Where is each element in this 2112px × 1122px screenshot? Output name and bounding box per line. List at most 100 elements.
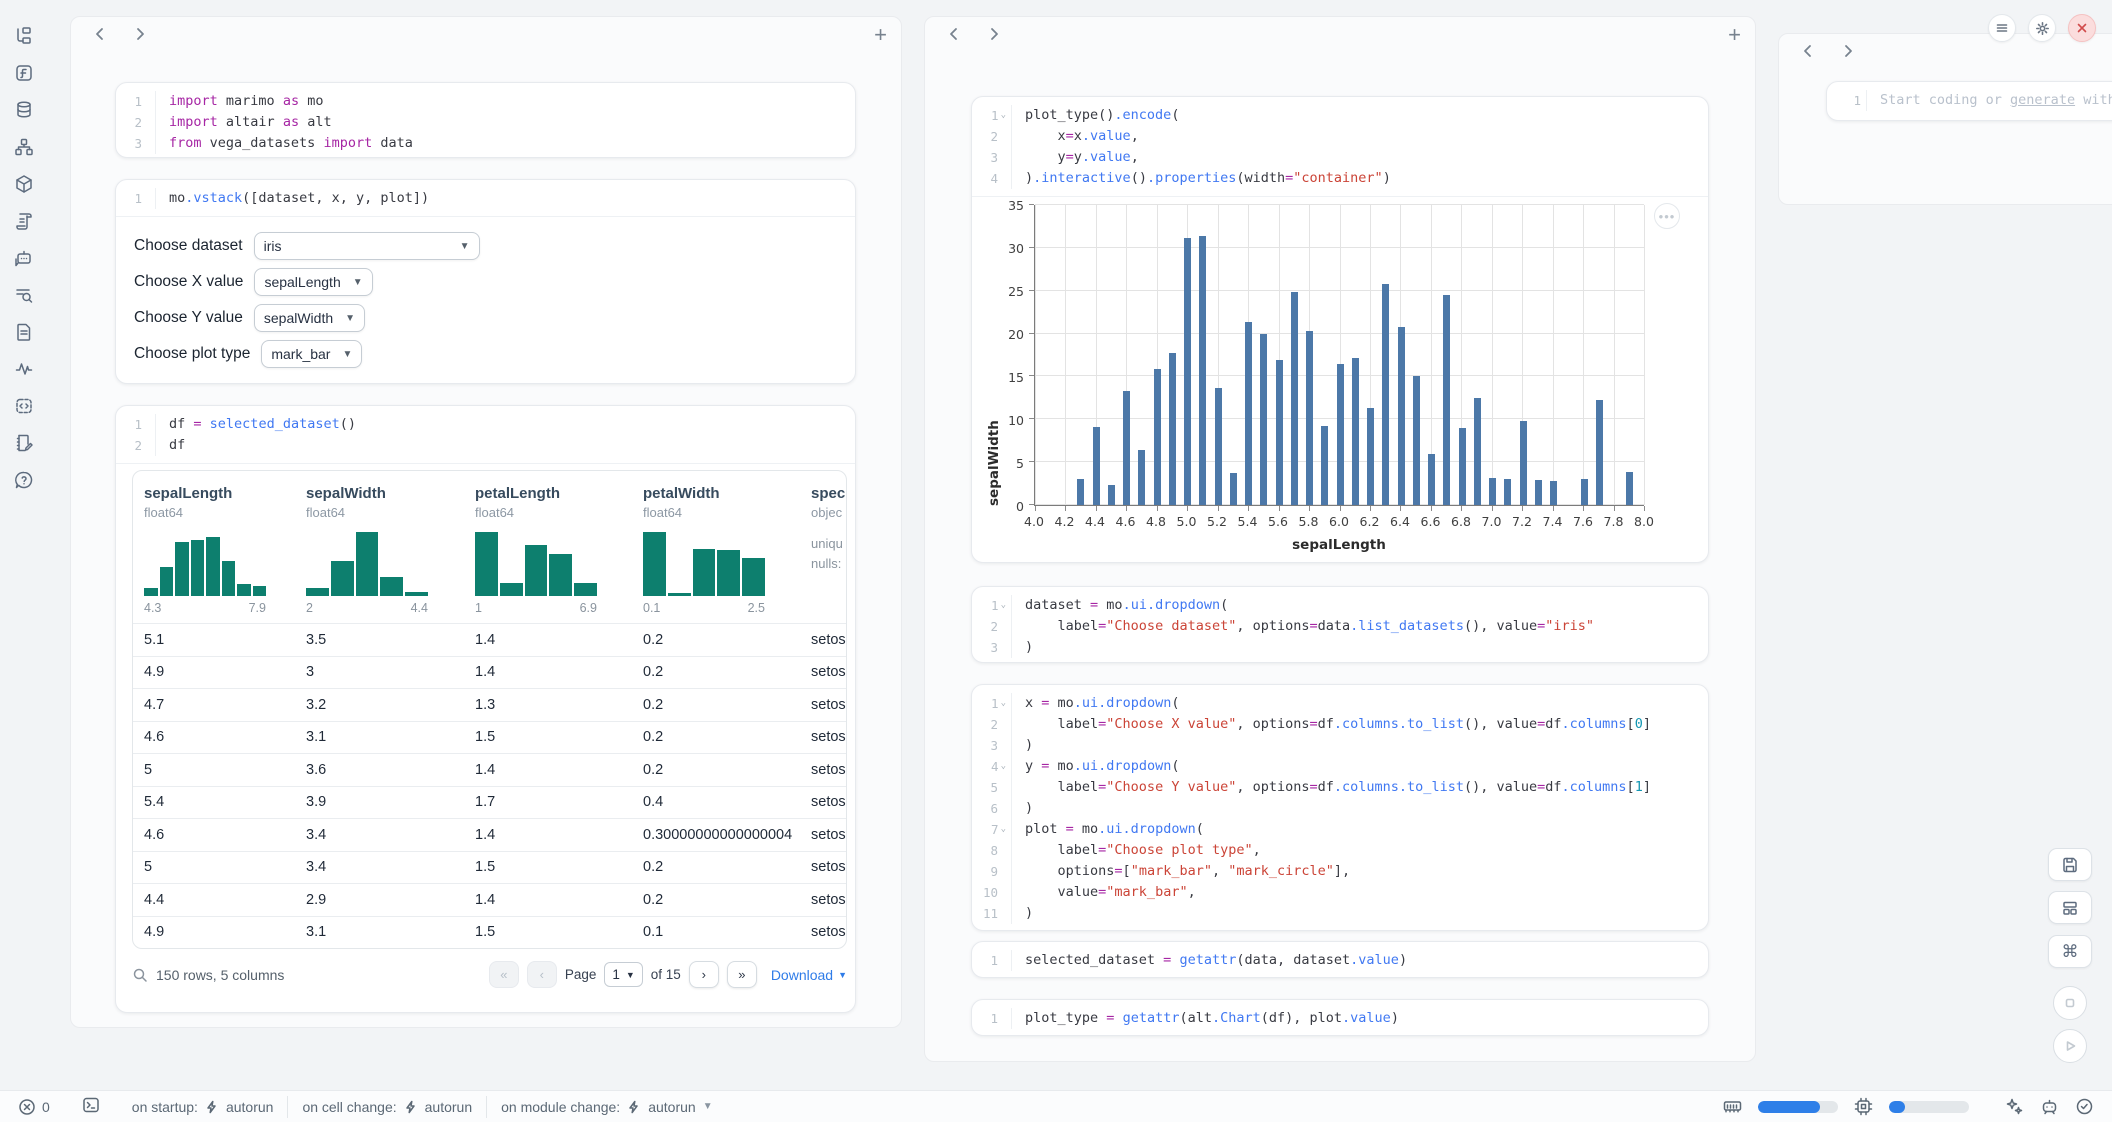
gear-icon <box>2035 21 2050 36</box>
layout-grid-button[interactable] <box>2048 891 2092 924</box>
search-icon[interactable] <box>132 967 148 983</box>
download-button[interactable]: Download▼ <box>771 967 847 983</box>
run-button[interactable] <box>2053 1029 2087 1063</box>
table-row[interactable]: 4.73.21.30.2setos <box>133 688 846 721</box>
table-row[interactable]: 4.93.11.50.1setos <box>133 916 846 949</box>
column-next-button[interactable] <box>1841 44 1855 58</box>
save-button[interactable] <box>2048 848 2092 881</box>
table-row[interactable]: 4.931.40.2setos <box>133 656 846 689</box>
document-icon <box>14 322 34 342</box>
database-icon <box>14 100 34 120</box>
fold-chevron-icon[interactable]: ⌄ <box>1001 105 1006 126</box>
control-label: Choose Y value <box>134 309 243 327</box>
column-prev-button[interactable] <box>1801 44 1815 58</box>
file-tree-icon <box>14 26 34 46</box>
fold-chevron-icon[interactable]: ⌄ <box>1001 595 1006 616</box>
notebook-column-2: + 1⌄plot_type().encode(2 x=x.value,3 y=y… <box>924 16 1756 1062</box>
sidebar-item-ai-chat[interactable] <box>10 244 38 272</box>
chart-bar <box>1199 236 1206 505</box>
table-row[interactable]: 5.13.51.40.2setos <box>133 623 846 656</box>
line-number: 1 <box>116 414 156 435</box>
table-row[interactable]: 53.41.50.2setos <box>133 851 846 884</box>
cell-editor[interactable]: 1⌄dataset = mo.ui.dropdown(2 label="Choo… <box>972 587 1708 663</box>
table-row[interactable]: 5.43.91.70.4setos <box>133 786 846 819</box>
chart-bar <box>1260 334 1267 505</box>
plot-area[interactable] <box>1034 205 1644 506</box>
ai-assistant-icon[interactable] <box>2040 1097 2059 1116</box>
sidebar-item-snippets[interactable] <box>10 392 38 420</box>
column-header[interactable]: petalLengthfloat64 16.9 <box>475 485 643 615</box>
scroll-icon <box>14 211 34 231</box>
cell-editor[interactable]: 1⌄plot_type().encode(2 x=x.value,3 y=y.v… <box>972 97 1708 196</box>
column-histogram <box>144 532 266 596</box>
table-row[interactable]: 4.63.41.40.30000000000000004setos <box>133 818 846 851</box>
dataset-select[interactable]: iris▼ <box>254 232 480 260</box>
add-cell-button[interactable]: + <box>874 25 887 45</box>
column-header[interactable]: sepalWidthfloat64 24.4 <box>306 485 475 615</box>
sidebar-item-tracer[interactable] <box>10 355 38 383</box>
column-next-button[interactable] <box>133 27 147 41</box>
generate-with-ai-link[interactable]: generate <box>2010 92 2075 108</box>
terminal-button[interactable] <box>82 1096 100 1117</box>
line-number: 2 <box>116 435 156 456</box>
cell-editor[interactable]: 1Start coding or generate with AI <box>1827 82 2112 118</box>
sidebar-item-help[interactable] <box>10 466 38 494</box>
sidebar-item-file-tree[interactable] <box>10 22 38 50</box>
sidebar-item-functions[interactable] <box>10 59 38 87</box>
table-row[interactable]: 53.61.40.2setos <box>133 753 846 786</box>
fold-chevron-icon[interactable]: ⌄ <box>1001 819 1006 840</box>
chart-bar <box>1550 481 1557 505</box>
chart-menu-button[interactable]: ••• <box>1654 203 1680 229</box>
prev-page-button[interactable]: ‹ <box>527 961 557 988</box>
table-row[interactable]: 4.63.11.50.2setos <box>133 721 846 754</box>
stop-icon <box>2063 996 2077 1010</box>
last-page-button[interactable]: » <box>727 961 757 988</box>
stop-button[interactable] <box>2053 986 2087 1020</box>
runtime-config[interactable]: on cell change: autorun <box>302 1099 472 1115</box>
cell-editor[interactable]: 1⌄x = mo.ui.dropdown(2 label="Choose X v… <box>972 685 1708 931</box>
sparkles-icon[interactable] <box>2005 1097 2024 1116</box>
x-select[interactable]: sepalLength▼ <box>254 268 372 296</box>
error-circle-icon <box>18 1098 36 1116</box>
cell-editor[interactable]: 1plot_type = getattr(alt.Chart(df), plot… <box>972 1000 1708 1036</box>
runtime-config[interactable]: on startup: autorun <box>132 1099 274 1115</box>
chevron-down-icon: ▼ <box>353 277 363 288</box>
plot-type-select[interactable]: mark_bar▼ <box>261 340 362 368</box>
sidebar-item-packages[interactable] <box>10 170 38 198</box>
sidebar-item-logs[interactable] <box>10 207 38 235</box>
sidebar-item-dependency-graph[interactable] <box>10 133 38 161</box>
add-cell-button[interactable]: + <box>1728 25 1741 45</box>
fold-chevron-icon[interactable]: ⌄ <box>1001 756 1006 777</box>
cell-editor[interactable]: 1mo.vstack([dataset, x, y, plot]) <box>116 180 855 216</box>
column-header[interactable]: petalWidthfloat64 0.12.5 <box>643 485 811 615</box>
fold-chevron-icon[interactable]: ⌄ <box>1001 693 1006 714</box>
column-prev-button[interactable] <box>947 27 961 41</box>
column-next-button[interactable] <box>987 27 1001 41</box>
y-select[interactable]: sepalWidth▼ <box>254 304 365 332</box>
cell-editor[interactable]: 1selected_dataset = getattr(data, datase… <box>972 942 1708 978</box>
settings-button[interactable] <box>2028 14 2056 42</box>
lightning-icon <box>627 1100 641 1114</box>
column-header[interactable]: speciobjecuniqunulls: <box>811 485 846 615</box>
table-row[interactable]: 4.42.91.40.2setos <box>133 883 846 916</box>
menu-button[interactable] <box>1988 14 2016 42</box>
cell-editor[interactable]: 1import marimo as mo2import altair as al… <box>116 83 855 158</box>
error-indicator[interactable]: 0 <box>18 1098 50 1116</box>
command-palette-button[interactable]: ⌘ <box>2048 935 2092 968</box>
cell-imports: 1import marimo as mo2import altair as al… <box>115 82 856 158</box>
column-header[interactable]: sepalLengthfloat64 4.37.9 <box>144 485 306 615</box>
column-prev-button[interactable] <box>93 27 107 41</box>
sidebar-item-variable-search[interactable] <box>10 281 38 309</box>
sidebar-item-documentation[interactable] <box>10 318 38 346</box>
runtime-config[interactable]: on module change: autorun▼ <box>501 1099 712 1115</box>
next-page-button[interactable]: › <box>689 961 719 988</box>
control-row: Choose Y value sepalWidth▼ <box>134 300 837 336</box>
cell-editor[interactable]: 1df = selected_dataset()2df <box>116 406 855 463</box>
sidebar-item-scratchpad[interactable] <box>10 429 38 457</box>
page-select[interactable]: 1▼ <box>604 962 642 987</box>
table-footer: 150 rows, 5 columns « ‹ Page 1▼ of 15 › … <box>132 961 847 988</box>
first-page-button[interactable]: « <box>489 961 519 988</box>
sidebar-item-data-sources[interactable] <box>10 96 38 124</box>
shutdown-button[interactable] <box>2068 14 2096 42</box>
connection-status-icon[interactable] <box>2075 1097 2094 1116</box>
